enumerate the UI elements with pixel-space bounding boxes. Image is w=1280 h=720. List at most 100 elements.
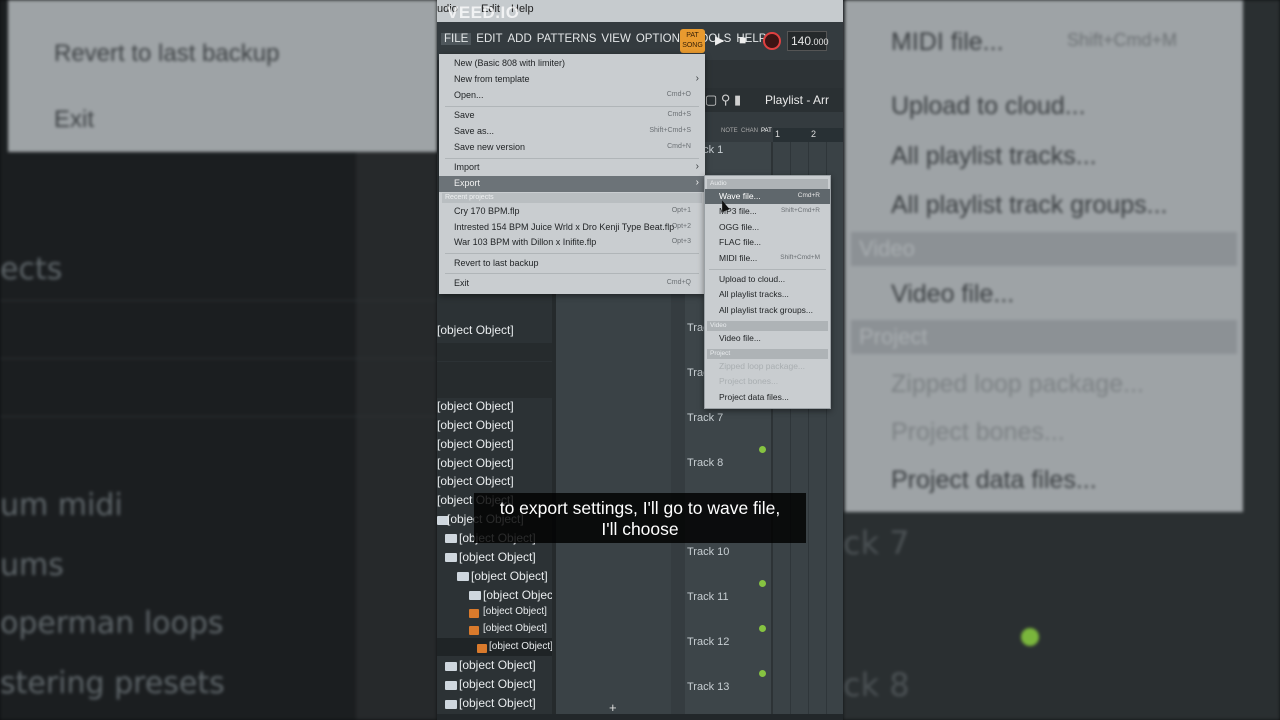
menu-item-open[interactable]: Open... Cmd+O	[439, 88, 705, 104]
menu-item-all-playlist-tracks[interactable]: All playlist tracks...	[705, 287, 830, 302]
add-icon[interactable]: +	[609, 700, 617, 715]
browser-item[interactable]: [object Object]	[437, 437, 514, 451]
blurred-track-label: ck 8	[843, 666, 910, 704]
browser-item[interactable]: [object Object]	[437, 323, 514, 337]
menu-item-midi-file[interactable]: MIDI file... Shift+Cmd+M	[705, 251, 830, 266]
caption-line: to export settings, I'll go to wave file…	[499, 498, 781, 518]
menu-item-recent[interactable]: War 103 BPM with Dillon x Inifite.flp Opt…	[439, 235, 705, 251]
browser-item[interactable]: [object Object]	[459, 658, 536, 672]
menu-patterns[interactable]: PATTERNS	[537, 33, 597, 45]
menu-item-new-from-template[interactable]: New from template ›	[439, 72, 705, 88]
blurred-project-header: Project	[851, 320, 1237, 354]
menu-item-shortcut: Shift+Cmd+R	[780, 207, 820, 214]
menu-item-exit[interactable]: Exit Cmd+Q	[439, 276, 705, 292]
audio-header-label: Audio	[710, 180, 727, 187]
menu-item-label: Revert to last backup	[454, 258, 539, 268]
menu-item-label: Save	[454, 110, 475, 120]
menu-item-revert[interactable]: Revert to last backup	[439, 256, 705, 272]
audio-file-icon	[469, 626, 479, 635]
menu-file[interactable]: FILE	[441, 33, 472, 45]
menu-item-recent[interactable]: Cry 170 BPM.flp Opt+1	[439, 204, 705, 220]
track-label[interactable]: Track 7	[687, 412, 723, 424]
browser-item[interactable]: [object Object]	[437, 418, 514, 432]
blurred-divider	[0, 358, 437, 359]
tempo-display[interactable]: 140.000	[787, 31, 829, 51]
menu-item-label: Exit	[454, 278, 470, 288]
track-label[interactable]: Track 12	[687, 636, 729, 648]
track-label[interactable]: Track 11	[687, 591, 729, 603]
video-section-header: Video	[707, 321, 828, 331]
menu-item-import[interactable]: Import ›	[439, 160, 705, 176]
stop-icon[interactable]: ■	[739, 33, 746, 47]
record-icon[interactable]	[763, 32, 781, 50]
menu-item-label: War 103 BPM with Dillon x Inifite.flp	[454, 237, 597, 247]
menu-item-save-as[interactable]: Save as... Shift+Cmd+S	[439, 124, 705, 140]
browser-item[interactable]: [object Object]	[437, 474, 514, 488]
menu-item-label: OGG file...	[719, 222, 760, 232]
folder-icon	[445, 662, 457, 671]
menu-item-video-file[interactable]: Video file...	[705, 331, 830, 346]
track-mute-dot[interactable]	[759, 670, 766, 677]
blurred-row: Project bones...	[891, 418, 1065, 446]
menu-item-shortcut: Opt+1	[671, 207, 691, 214]
menu-item-new[interactable]: New (Basic 808 with limiter)	[439, 56, 705, 72]
ruler-mark: 2	[811, 129, 817, 139]
blurred-column	[356, 152, 437, 720]
menu-separator	[445, 106, 699, 107]
menu-item-shortcut: Cmd+N	[667, 143, 691, 150]
blurred-text: ects	[0, 252, 63, 287]
audio-file-icon	[469, 609, 479, 618]
track-label[interactable]: Track 10	[687, 546, 729, 558]
browser-row-bg	[437, 362, 552, 380]
browser-item[interactable]: [object Object]	[437, 456, 514, 470]
blurred-divider	[0, 416, 437, 417]
track-mute-dot[interactable]	[759, 625, 766, 632]
menu-item-label: Import	[454, 162, 480, 172]
browser-item[interactable]: [object Object]	[483, 606, 547, 617]
menu-item-project-data-files[interactable]: Project data files...	[705, 390, 830, 405]
track-mute-dot[interactable]	[759, 446, 766, 453]
browser-item[interactable]: [object Object]	[459, 696, 536, 710]
browser-item[interactable]: [object Object]	[459, 677, 536, 691]
menu-view[interactable]: VIEW	[601, 33, 630, 45]
caption-line: I'll choose	[601, 519, 679, 539]
tab-pat[interactable]: PAT	[761, 128, 772, 134]
chevron-right-icon: ›	[695, 161, 699, 172]
browser-item[interactable]: [object Object]	[437, 399, 514, 413]
menu-item-all-playlist-track-groups[interactable]: All playlist track groups...	[705, 303, 830, 318]
playlist-header: ▢ ⚲ ▮ Playlist - Arr	[685, 88, 843, 112]
browser-item[interactable]: [object Object]	[483, 588, 560, 602]
screen: Revert to last backup Exit ects um midi …	[0, 0, 1280, 720]
menu-item-recent[interactable]: Intrested 154 BPM Juice Wrld x Dro Kenji…	[439, 220, 705, 236]
track-mute-dot[interactable]	[759, 580, 766, 587]
browser-item[interactable]: [object Object]	[489, 641, 553, 652]
folder-icon	[445, 553, 457, 562]
track-label[interactable]: Track 8	[687, 457, 723, 469]
tab-chan[interactable]: CHAN	[741, 128, 758, 134]
blurred-track-dot	[1021, 628, 1039, 646]
menu-add[interactable]: ADD	[508, 33, 532, 45]
browser-item[interactable]: [object Object]	[483, 623, 547, 634]
menu-item-label: New (Basic 808 with limiter)	[454, 58, 566, 68]
menu-item-ogg-file[interactable]: OGG file...	[705, 220, 830, 235]
menu-item-label: Upload to cloud...	[719, 274, 786, 284]
browser-item[interactable]: [object Object]	[471, 569, 548, 583]
menu-item-save-new-version[interactable]: Save new version Cmd+N	[439, 140, 705, 156]
menu-item-label: All playlist tracks...	[719, 289, 789, 299]
timeline-ruler[interactable]: 1 2	[773, 128, 843, 142]
blurred-divider	[0, 300, 437, 301]
browser-item[interactable]: [object Object]	[459, 550, 536, 564]
menu-edit[interactable]: EDIT	[476, 33, 502, 45]
blurred-export-menu: MIDI file... Shift+Cmd+M Upload to cloud…	[845, 0, 1243, 512]
play-icon[interactable]: ▶	[715, 33, 724, 47]
menu-item-export[interactable]: Export ›	[439, 176, 705, 192]
folder-icon	[469, 591, 481, 600]
menu-item-upload-cloud[interactable]: Upload to cloud...	[705, 272, 830, 287]
menu-item-save[interactable]: Save Cmd+S	[439, 108, 705, 124]
pat-song-toggle[interactable]: PAT SONG	[680, 29, 705, 53]
folder-icon	[445, 534, 457, 543]
menu-item-flac-file[interactable]: FLAC file...	[705, 235, 830, 250]
playlist-tool-icons[interactable]: ▢ ⚲ ▮	[705, 92, 741, 108]
tab-note[interactable]: NOTE	[721, 128, 738, 134]
track-label[interactable]: Track 13	[687, 681, 729, 693]
